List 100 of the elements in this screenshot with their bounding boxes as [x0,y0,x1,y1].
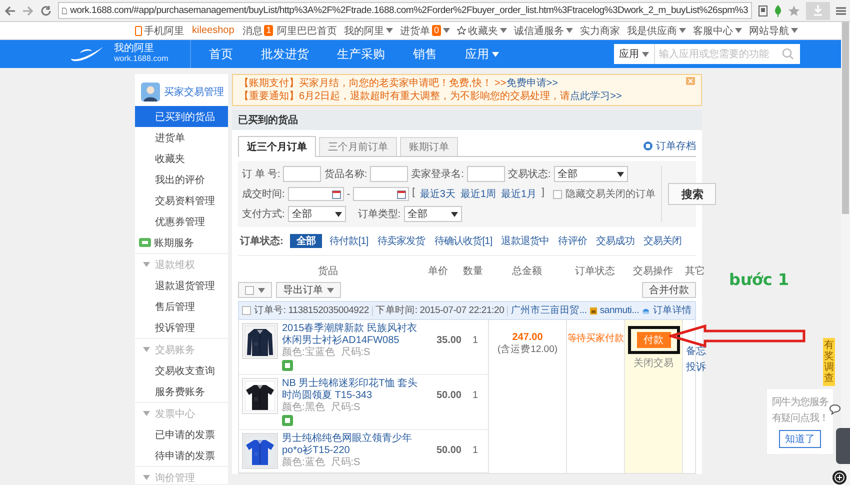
top-link[interactable]: 实力商家 [580,24,620,38]
top-menu[interactable]: 收藏夹 [457,24,507,38]
close-trade-link[interactable]: 关闭交易 [634,356,674,370]
tab[interactable]: 账期订单 [400,137,458,156]
order-type-dropdown[interactable]: 全部 [404,206,462,222]
top-link[interactable]: 阿里巴巴首页 [276,24,337,38]
status-filter[interactable]: 全部 [290,234,322,248]
merge-pay-button[interactable]: 合并付款 [642,282,696,298]
calendar-icon[interactable] [397,190,406,198]
archive-link[interactable]: 订单存档 [643,139,696,153]
top-menu[interactable]: 客服中心 [693,24,742,38]
date-field[interactable] [353,187,410,201]
seller-field[interactable] [466,166,505,182]
status-filter[interactable]: 交易成功 [595,234,636,248]
status-filter[interactable]: 待付款[1] [328,234,370,248]
order-link[interactable]: 备忘 [686,344,706,358]
date-field[interactable] [288,187,344,201]
caret-icon [334,212,342,216]
top-menu[interactable]: 我的阿里 [344,24,393,38]
tab-icon[interactable] [758,4,768,16]
status-dropdown[interactable]: 全部 [554,166,628,182]
order-number-field[interactable] [283,166,322,182]
product-title[interactable]: 男士纯棉纯色网眼立领青少年po*o衫T15-220 [282,433,418,457]
status-filter[interactable]: 待确认收货[1] [433,234,494,248]
sidebar-item[interactable]: 售后管理 [135,296,228,317]
sidebar-item[interactable]: 待申请的发票 [135,445,228,466]
top-menu[interactable]: 诚信通服务 [514,24,573,38]
sidebar-item[interactable]: 优惠券管理 [135,211,228,232]
range-link[interactable]: 最近3天 [420,187,456,201]
menu-icon[interactable] [836,6,846,16]
top-menu[interactable]: 进货单 0 [400,24,450,38]
nav-item[interactable]: 应用 [465,46,499,62]
sidebar-item[interactable]: 收藏夹 [135,148,228,169]
notice-link[interactable]: 免费申请>> [506,78,558,89]
leaf-icon[interactable] [774,4,782,16]
top-menu[interactable]: 我是供应商 [627,24,686,38]
mobile-link[interactable]: 手机阿里 [135,24,184,38]
field-label: 卖家登录名: [411,168,464,181]
sidebar-item[interactable]: 投诉管理 [135,317,228,338]
status-filter[interactable]: 待评价 [557,234,588,248]
quantity: 1 [471,444,480,458]
plus-icon[interactable] [832,470,847,485]
username-link[interactable]: kileeshop [192,25,234,36]
messages-link[interactable]: 消息 1 [242,24,274,38]
sidebar-item[interactable]: 退款退货管理 [135,275,228,296]
export-button[interactable]: 导出订单 [276,282,341,298]
product-name-field[interactable] [370,166,408,182]
status-filter[interactable]: 待卖家发货 [376,234,426,248]
reload-icon[interactable] [40,4,52,16]
column-header: 订单状态 [574,264,616,278]
sidebar-item[interactable]: 已买到的货品 [135,106,228,127]
field-label: 订单状态: [240,234,284,248]
order-link[interactable]: 投诉 [686,360,706,374]
order-number: 订单号: 1138152035004922 [254,304,369,317]
caret-icon [791,28,798,33]
caret-icon [616,172,624,176]
forward-icon[interactable] [22,4,34,16]
calendar-icon[interactable] [332,190,341,198]
unit-price: 50.00 [435,444,462,458]
sidebar-item[interactable]: 服务费账务 [135,381,228,402]
shop-icon[interactable] [590,306,597,316]
sidebar-item[interactable]: 账期服务 [135,232,228,253]
address-bar[interactable]: work.1688.com/#app/purchasemanagement/buyList/http%3A%2F%2Ftrade.1688.com%2Forder%2Fbuyer_order_list.htm%3Ftracelog%3Dwork_2_m_buyList%26spm%3 [58,2,752,19]
caret-icon [450,212,458,216]
scrollbar[interactable] [841,22,850,485]
sidebar-item[interactable]: 进货单 [135,127,228,148]
notice-link[interactable]: 点此学习>> [570,91,622,102]
speech-bubble-icon[interactable] [829,404,841,415]
product-color: 颜色:宝蓝色 [282,347,335,359]
payment-dropdown[interactable]: 全部 [288,206,346,222]
range-link[interactable]: 最近1周 [460,187,496,201]
order-detail-link[interactable]: 订单详情 [652,304,692,317]
dismiss-button[interactable]: 知道了 [779,430,821,448]
caret-icon [143,475,150,480]
back-icon[interactable] [4,4,16,16]
sidebar-item[interactable]: 交易收支查询 [135,360,228,381]
tab[interactable]: 三个月前订单 [319,137,397,156]
sidebar-item[interactable]: 交易资料管理 [135,190,228,211]
nav-item[interactable]: 首页 [209,46,233,62]
seller-link[interactable]: 广州市三亩田贸... [510,304,587,317]
nav-item[interactable]: 生产采购 [337,46,385,62]
star-icon[interactable] [788,4,800,16]
survey-tab[interactable]: 有奖调查 [823,338,835,386]
top-menu[interactable]: 网站导航 [749,24,798,38]
select-all-dropdown[interactable] [238,282,272,298]
status-filter[interactable]: 交易关闭 [642,234,683,248]
status-filter[interactable]: 退款退货中 [500,234,550,248]
tab[interactable]: 近三个月订单 [238,136,316,157]
sidebar-item[interactable]: 我出的评价 [135,169,228,190]
nav-item[interactable]: 批发进货 [261,46,309,62]
seller-id-link[interactable]: sanmuti... [600,305,640,316]
search-button[interactable]: 搜索 [668,183,716,205]
product-title[interactable]: NB 男士纯棉迷彩印花T恤 套头时尚圆领夏 T15-343 [282,378,418,402]
checkbox[interactable] [242,306,251,315]
checkbox-label: 隐藏交易关闭的订单 [565,188,656,201]
nav-item[interactable]: 销售 [413,46,437,62]
product-title[interactable]: 2015春季潮牌新款 民族风衬衣休闲男士衬衫AD14FW085 [282,323,418,347]
checkbox[interactable] [553,190,562,198]
sidebar-item[interactable]: 已申请的发票 [135,424,228,445]
range-link[interactable]: 最近1月 [501,187,537,201]
